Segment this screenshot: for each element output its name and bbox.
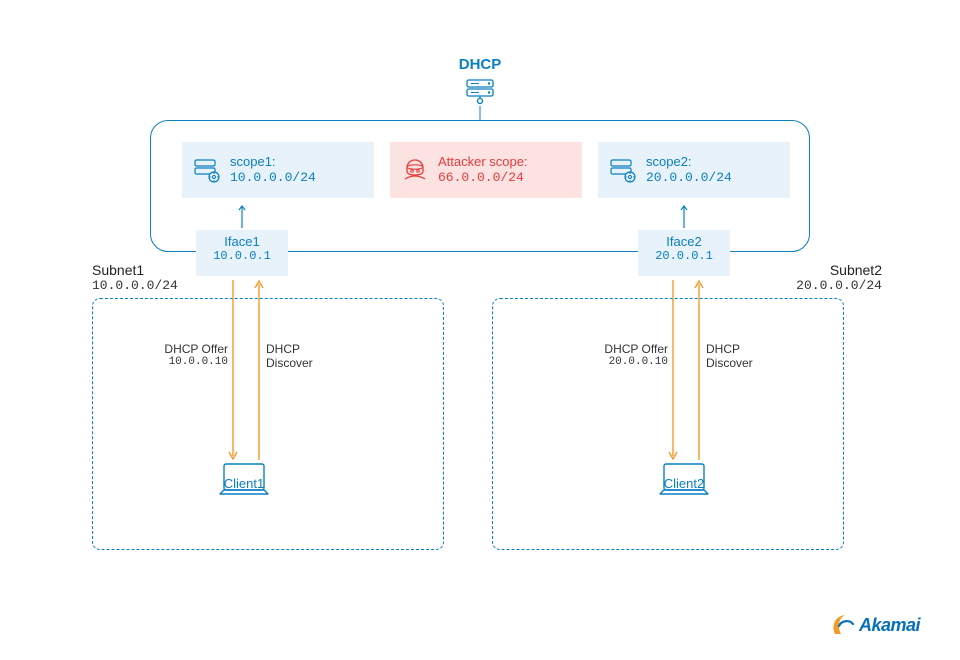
attacker-ip: 66.0.0.0/24 xyxy=(438,170,528,186)
server-scope-icon xyxy=(610,157,636,183)
attacker-title: Attacker scope: xyxy=(438,154,528,170)
exchange1: DHCP Offer 10.0.0.10 DHCP Discover xyxy=(150,280,350,490)
server-scope-icon xyxy=(194,157,220,183)
scope2-box: scope2: 20.0.0.0/24 xyxy=(598,142,790,198)
dhcp-discover-arrow-icon xyxy=(694,280,704,460)
arrow-iface2-up-icon xyxy=(680,204,688,228)
dhcp-offer-arrow-icon xyxy=(228,280,238,460)
attacker-icon xyxy=(402,157,428,183)
dhcp-diagram: DHCP xyxy=(0,0,960,660)
akamai-wave-icon xyxy=(829,612,855,638)
scope1-ip: 10.0.0.0/24 xyxy=(230,170,316,186)
attacker-scope-box: Attacker scope: 66.0.0.0/24 xyxy=(390,142,582,198)
exchange2: DHCP Offer 20.0.0.10 DHCP Discover xyxy=(590,280,790,490)
subnet2-label: Subnet2 20.0.0.0/24 xyxy=(796,262,882,293)
dhcp-discover-arrow-icon xyxy=(254,280,264,460)
offer1-ip: 10.0.0.10 xyxy=(140,356,228,369)
scope2-ip: 20.0.0.0/24 xyxy=(646,170,732,186)
offer2-title: DHCP Offer xyxy=(580,342,668,356)
discover1-line2: Discover xyxy=(266,356,340,370)
dhcp-title: DHCP xyxy=(459,56,502,73)
akamai-text: Akamai xyxy=(859,615,920,636)
akamai-logo: Akamai xyxy=(829,612,920,638)
iface2-box: Iface2 20.0.0.1 xyxy=(638,230,730,276)
dhcp-offer-arrow-icon xyxy=(668,280,678,460)
scope1-title: scope1: xyxy=(230,154,316,170)
client1: Client1 xyxy=(198,460,290,505)
connector-dhcp xyxy=(480,106,481,120)
arrow-iface1-up-icon xyxy=(238,204,246,228)
client1-name: Client1 xyxy=(198,476,290,491)
subnet2-ip: 20.0.0.0/24 xyxy=(796,278,882,293)
offer2-ip: 20.0.0.10 xyxy=(580,356,668,369)
iface1-box: Iface1 10.0.0.1 xyxy=(196,230,288,276)
iface2-ip: 20.0.0.1 xyxy=(638,249,730,263)
client2: Client2 xyxy=(638,460,730,505)
subnet1-name: Subnet1 xyxy=(92,262,178,278)
scope2-title: scope2: xyxy=(646,154,732,170)
discover2-line1: DHCP xyxy=(706,342,780,356)
discover2-line2: Discover xyxy=(706,356,780,370)
scope1-box: scope1: 10.0.0.0/24 xyxy=(182,142,374,198)
offer1-title: DHCP Offer xyxy=(140,342,228,356)
iface1-name: Iface1 xyxy=(196,234,288,249)
server-icon xyxy=(465,78,495,106)
iface2-name: Iface2 xyxy=(638,234,730,249)
client2-name: Client2 xyxy=(638,476,730,491)
discover1-line1: DHCP xyxy=(266,342,340,356)
iface1-ip: 10.0.0.1 xyxy=(196,249,288,263)
subnet2-name: Subnet2 xyxy=(796,262,882,278)
